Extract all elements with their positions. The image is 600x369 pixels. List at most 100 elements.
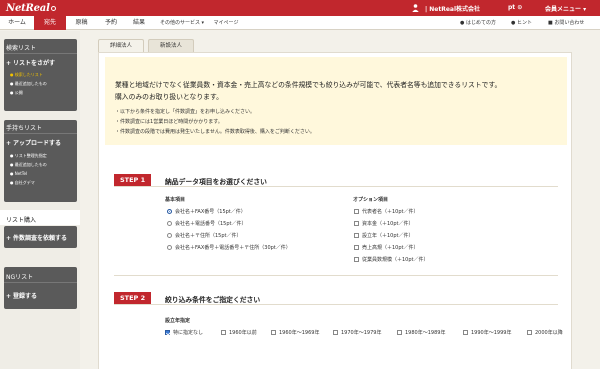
nav-results[interactable]: 結果 [125, 16, 153, 30]
upload-button[interactable]: + アップロードする [6, 138, 61, 147]
intro-box: 業種と地域だけでなく従業員数・資本金・売上高などの条件規模でも絞り込みが可能で、… [105, 57, 567, 145]
hint-icon: ● [511, 20, 516, 26]
help-icon: ● [460, 20, 465, 26]
search-list-title: 検索リスト [6, 45, 37, 52]
year-1960s[interactable]: 1960年〜1969年 [271, 329, 319, 336]
step2-divider [114, 304, 558, 305]
sidebar-item-list-organize[interactable]: ● リスト整理先指定 [10, 153, 47, 159]
checkbox[interactable] [354, 257, 359, 262]
plus-icon: + [6, 293, 12, 300]
nav-home[interactable]: ホーム [0, 16, 34, 30]
year-after-2000[interactable]: 2000年以降 [527, 329, 563, 336]
year-1970s[interactable]: 1970年〜1979年 [333, 329, 381, 336]
divider [4, 282, 77, 283]
radio-button[interactable] [167, 221, 172, 226]
basic-option-fax[interactable]: 会社名＋FAX番号（15pt／件） [167, 208, 246, 215]
help-label: はじめての方 [465, 20, 496, 26]
option-employees[interactable]: 従業員数規模（＋10pt／件） [354, 256, 429, 263]
sidebar-item-searched[interactable]: ● 検索したリスト [10, 72, 43, 78]
plus-icon: + [6, 140, 12, 147]
option-representative[interactable]: 代表者名（＋10pt／件） [354, 208, 419, 215]
company-name: | NetReal株式会社 [425, 6, 481, 13]
radio-button[interactable] [167, 233, 172, 238]
intro-line-1: 業種と地域だけでなく従業員数・資本金・売上高などの条件規模でも絞り込みが可能で、… [115, 81, 502, 89]
help-link[interactable]: ● はじめての方 [460, 16, 496, 30]
contact-link[interactable]: ■ お問い合わせ [548, 16, 584, 30]
step2-title: 絞り込み条件をご指定ください [165, 296, 261, 304]
plus-icon: + [6, 60, 12, 67]
checkbox[interactable] [463, 330, 468, 335]
intro-bullet: ・以下から条件を指定し「件数調査」をお申し込みください。 [115, 109, 256, 115]
user-icon[interactable] [412, 4, 419, 12]
checkbox[interactable] [354, 209, 359, 214]
ng-list-title: NGリスト [6, 274, 34, 281]
intro-line-2: 購入のみのお取り扱いとなります。 [115, 93, 223, 101]
main-content: 詳細法人 新設法人 業種と地域だけでなく従業員数・資本金・売上高などの条件規模で… [80, 31, 600, 369]
step2-badge: STEP 2 [114, 292, 152, 304]
founded-year-label: 設立年指定 [165, 318, 191, 324]
sidebar-item-public[interactable]: ● 公開 [10, 90, 23, 96]
basic-option-phone[interactable]: 会社名＋電話番号（15pt／件） [167, 220, 247, 227]
logo-text: NetReal [6, 2, 50, 14]
checkbox[interactable] [397, 330, 402, 335]
nav-mypage[interactable]: マイページ [211, 16, 241, 30]
tab-new-corp[interactable]: 新設法人 [148, 39, 194, 52]
point-balance[interactable]: pt ⊙ [508, 4, 522, 11]
member-menu-button[interactable]: 会員メニュー ▾ [545, 4, 586, 13]
year-1990s[interactable]: 1990年〜1999年 [463, 329, 511, 336]
step1-divider [114, 186, 558, 187]
nav-destination[interactable]: 宛先 [34, 16, 66, 30]
checkbox[interactable] [354, 221, 359, 226]
list-purchase-title[interactable]: リスト購入 [6, 215, 36, 224]
top-bar: NetReal | NetReal株式会社 pt ⊙ 会員メニュー ▾ [0, 0, 600, 16]
option-items-label: オプション項目 [353, 197, 389, 203]
main-nav: ホーム 宛先 原稿 予約 結果 その他のサービス ▾ マイページ ● はじめての… [0, 16, 600, 30]
netreal-logo[interactable]: NetReal [6, 2, 56, 14]
checkbox[interactable] [354, 245, 359, 250]
hint-label: ヒント [516, 20, 532, 26]
nav-other-services[interactable]: その他のサービス ▾ [153, 16, 211, 30]
checkbox[interactable] [333, 330, 338, 335]
intro-bullet: ・件数調査には1営業日ほど時間がかかります。 [115, 119, 223, 125]
tab-detailed-corp[interactable]: 詳細法人 [98, 39, 144, 52]
year-none[interactable]: 特に指定なし [165, 329, 203, 336]
plus-icon: + [6, 235, 12, 242]
year-before-1960[interactable]: 1960年以前 [221, 329, 257, 336]
checkbox[interactable] [221, 330, 226, 335]
divider [4, 53, 77, 54]
step1-badge: STEP 1 [114, 174, 152, 186]
sidebar-item-own-recent[interactable]: ● 最近追加したもの [10, 162, 47, 168]
option-founded[interactable]: 設立年（＋10pt／件） [354, 232, 414, 239]
nav-reservation[interactable]: 予約 [97, 16, 125, 30]
option-sales[interactable]: 売上高規（＋10pt／件） [354, 244, 419, 251]
sidebar-item-own-data[interactable]: ● 自社グデマ [10, 180, 35, 186]
checkbox[interactable] [354, 233, 359, 238]
radio-button[interactable] [167, 209, 172, 214]
nav-manuscript[interactable]: 原稿 [66, 16, 97, 30]
own-list-title: 手持ちリスト [6, 125, 43, 132]
section-divider [114, 275, 558, 276]
hint-link[interactable]: ● ヒント [511, 16, 532, 30]
mail-icon: ■ [548, 20, 553, 26]
checkbox[interactable] [165, 330, 170, 335]
basic-option-address[interactable]: 会社名＋〒住所（15pt／件） [167, 232, 242, 239]
step1-title: 納品データ項目をお選びください [165, 178, 267, 186]
option-capital[interactable]: 資本金（＋10pt／件） [354, 220, 414, 227]
register-ng-button[interactable]: + 登録する [6, 291, 37, 300]
sidebar-item-nettel[interactable]: ● NetTel [10, 171, 27, 176]
checkbox[interactable] [271, 330, 276, 335]
basic-option-all[interactable]: 会社名＋FAX番号＋電話番号＋〒住所（30pt／件） [167, 244, 291, 251]
checkbox[interactable] [527, 330, 532, 335]
find-list-button[interactable]: + リストをさがす [6, 58, 55, 67]
request-count-button[interactable]: + 件数調査を依頼する [6, 233, 67, 242]
year-1980s[interactable]: 1980年〜1989年 [397, 329, 445, 336]
logo-mark-icon [50, 5, 56, 11]
basic-items-label: 基本項目 [165, 197, 186, 203]
intro-bullet: ・件数調査の段階では費用は発生いたしません。件数表取得後、購入をご判断ください。 [115, 129, 315, 135]
divider [4, 133, 77, 134]
radio-button[interactable] [167, 245, 172, 250]
sidebar-item-recent[interactable]: ● 最近追加したもの [10, 81, 47, 87]
sidebar: 検索リスト + リストをさがす ● 検索したリスト ● 最近追加したもの ● 公開… [0, 31, 80, 369]
contact-label: お問い合わせ [554, 20, 585, 26]
content-panel: 業種と地域だけでなく従業員数・資本金・売上高などの条件規模でも絞り込みが可能で、… [98, 52, 572, 369]
